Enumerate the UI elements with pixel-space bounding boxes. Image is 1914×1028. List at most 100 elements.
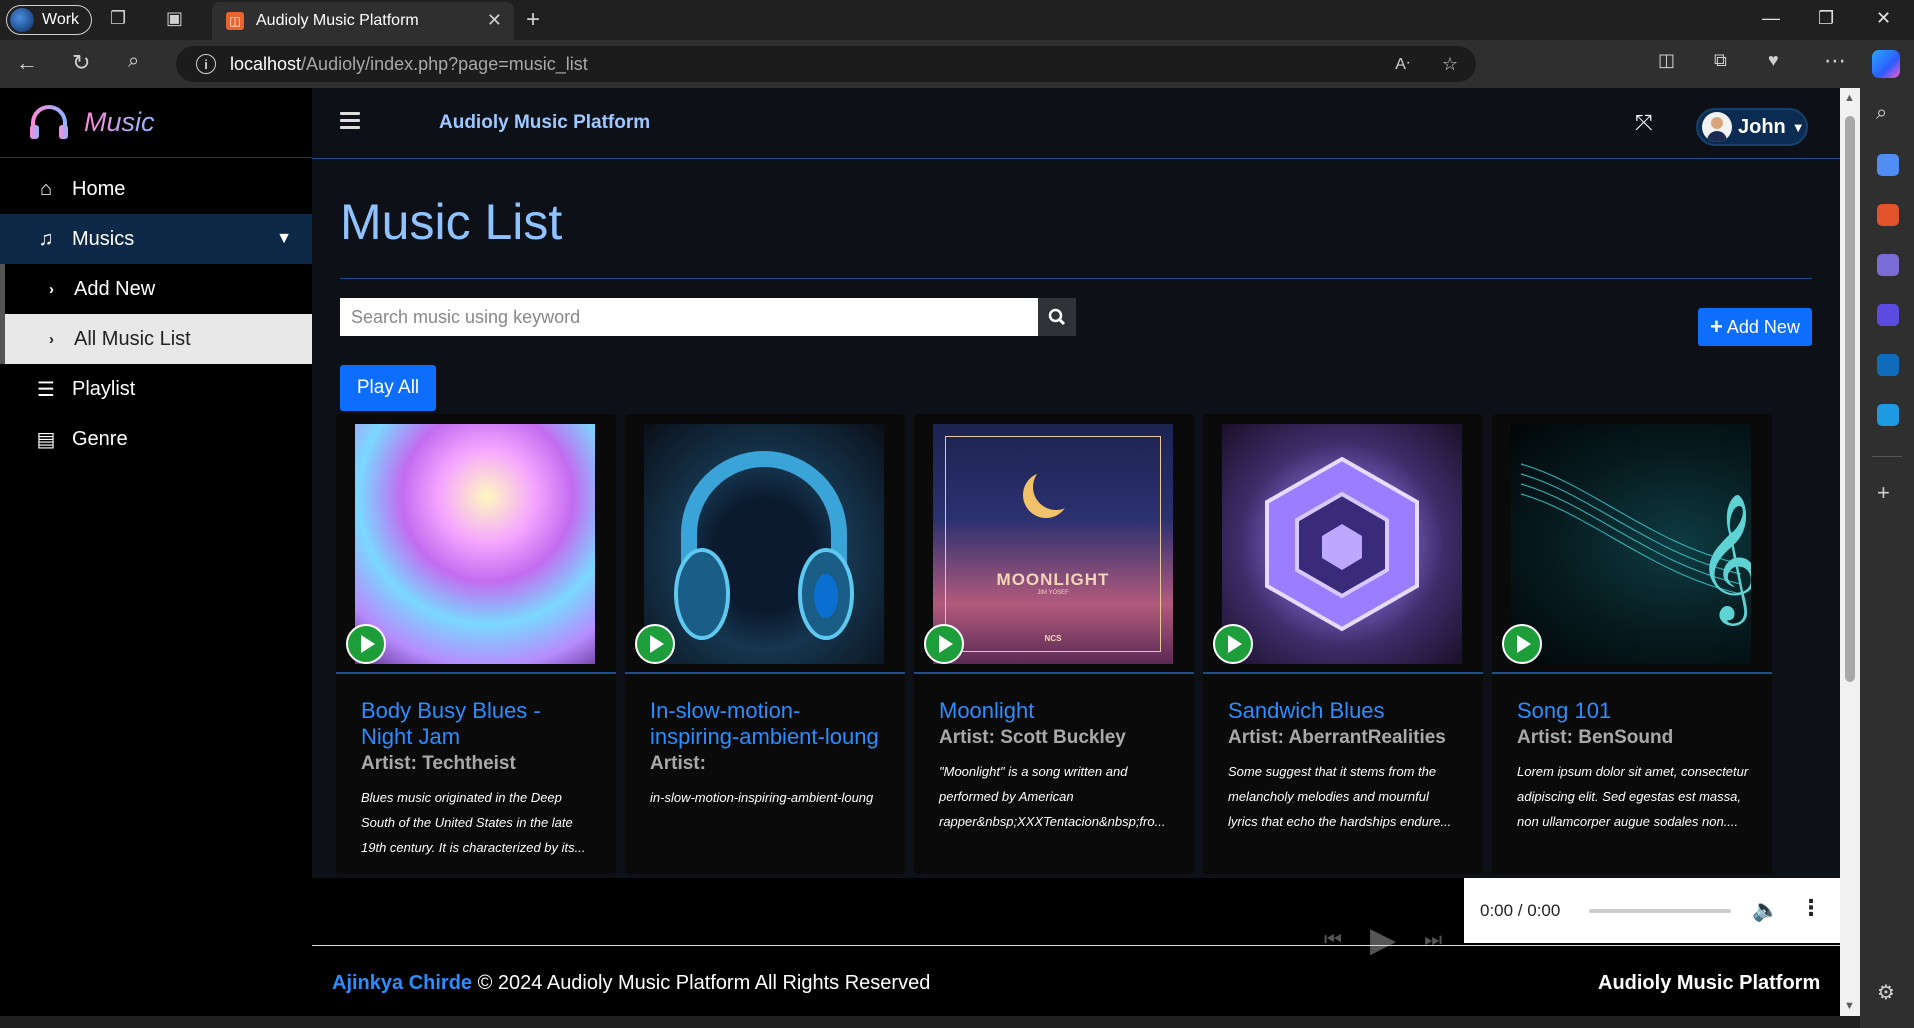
card-title[interactable]: Body Busy Blues - Night Jam — [361, 698, 594, 750]
outlook-icon[interactable] — [1877, 354, 1899, 376]
audio-time: 0:00 / 0:00 — [1480, 900, 1561, 920]
copilot-app-icon[interactable] — [1877, 304, 1899, 326]
sidebar-settings-icon[interactable]: ⚙ — [1877, 980, 1895, 1005]
copilot-icon[interactable] — [1872, 50, 1900, 78]
toolbar-row: + Add New Play All — [340, 279, 1812, 411]
games-icon[interactable] — [1877, 254, 1899, 276]
window-close-icon[interactable]: ✕ — [1876, 8, 1891, 29]
tab-actions-icon[interactable]: ▣ — [166, 8, 183, 29]
split-screen-icon[interactable]: ◫ — [1658, 50, 1675, 71]
sidebar-search-icon[interactable]: ⌕ — [1876, 102, 1887, 125]
play-icon[interactable] — [635, 624, 675, 664]
tab-close-icon[interactable]: ✕ — [487, 10, 502, 31]
music-card[interactable]: Sandwich Blues Artist: AberrantRealities… — [1203, 414, 1483, 874]
more-options-icon[interactable]: ⋯ — [1824, 48, 1846, 74]
art-badge-text: NCS — [1044, 634, 1062, 643]
card-artist: Artist: AberrantRealities — [1228, 727, 1446, 748]
next-track-icon[interactable]: ⏭ — [1424, 929, 1442, 952]
play-icon[interactable] — [1502, 624, 1542, 664]
scroll-up-icon[interactable]: ▲ — [1844, 92, 1855, 104]
search-icon[interactable]: ⌕ — [128, 50, 139, 73]
add-sidebar-app-icon[interactable]: + — [1877, 480, 1890, 506]
restore-icon[interactable]: ❐ — [1818, 8, 1834, 29]
page-title: Music List — [340, 194, 563, 250]
play-pause-icon[interactable]: ▶ — [1370, 920, 1396, 960]
card-title[interactable]: Song 101 — [1517, 698, 1750, 724]
music-card[interactable]: Body Busy Blues - Night Jam Artist: Tech… — [336, 414, 616, 874]
music-note-icon: ♫ — [38, 227, 54, 250]
brand[interactable]: Music — [0, 88, 312, 158]
workspaces-icon[interactable]: ❐ — [110, 8, 126, 29]
sidebar-item-playlist[interactable]: ☰ Playlist — [0, 364, 312, 414]
refresh-icon[interactable]: ↻ — [72, 50, 90, 76]
sidebar-divider — [1872, 456, 1902, 457]
sidebar-subitem-all-music-list[interactable]: › All Music List — [0, 314, 312, 364]
card-title[interactable]: Sandwich Blues — [1228, 698, 1461, 724]
read-aloud-icon[interactable]: Aᐧ — [1395, 54, 1410, 74]
volume-icon[interactable]: 🔈 — [1752, 897, 1779, 923]
favorite-star-icon[interactable]: ☆ — [1442, 54, 1458, 75]
fullscreen-icon[interactable]: ⤧ — [1635, 110, 1653, 136]
scroll-down-icon[interactable]: ▼ — [1844, 1000, 1855, 1012]
minimize-icon[interactable]: — — [1762, 8, 1780, 29]
tools-icon[interactable] — [1877, 204, 1899, 226]
card-description: Some suggest that it stems from the mela… — [1228, 764, 1452, 829]
audio-more-icon[interactable]: ⋮ — [1800, 895, 1822, 921]
play-all-button[interactable]: Play All — [340, 365, 436, 411]
main-content: Music List + Add New Play All — [340, 159, 1812, 411]
back-icon[interactable]: ← — [16, 50, 38, 76]
sidebar-item-label: Musics — [72, 227, 135, 250]
card-media — [1203, 414, 1483, 674]
sidebar-subitem-add-new[interactable]: › Add New — [0, 264, 312, 314]
sidebar-item-musics[interactable]: ♫ Musics ▼ — [0, 214, 312, 264]
play-icon[interactable] — [924, 624, 964, 664]
tab-title: Audioly Music Platform — [256, 12, 419, 29]
footer-author-link[interactable]: Ajinkya Chirde — [332, 972, 472, 994]
menu-toggle-icon[interactable] — [340, 112, 360, 133]
scroll-thumb[interactable] — [1845, 116, 1855, 682]
page-scrollbar[interactable]: ▲ ▼ — [1840, 88, 1860, 1016]
sidebar-item-genre[interactable]: ▤ Genre — [0, 414, 312, 464]
collections-icon[interactable]: ⧉ — [1714, 50, 1727, 71]
card-media: MOONLIGHT JIM YOSEF NCS — [914, 414, 1194, 674]
card-title[interactable]: In-slow-motion-inspiring-ambient-loung — [650, 698, 883, 750]
sidebar-item-home[interactable]: ⌂ Home — [0, 164, 312, 214]
plus-icon: + — [1710, 314, 1723, 339]
previous-track-icon[interactable]: ⏮ — [1324, 929, 1342, 952]
shopping-tag-icon[interactable] — [1877, 154, 1899, 176]
web-page: Music ⌂ Home ♫ Musics ▼ › Add New › All … — [0, 88, 1840, 1016]
user-menu-button[interactable]: John ▼ — [1696, 108, 1808, 146]
audio-seek-bar[interactable] — [1589, 909, 1731, 913]
cube-art-icon — [1265, 456, 1419, 632]
play-icon[interactable] — [1213, 624, 1253, 664]
send-icon[interactable] — [1877, 404, 1899, 426]
browser-essentials-icon[interactable]: ♥ — [1768, 50, 1779, 71]
card-artist: Artist: — [650, 753, 706, 774]
card-description: Blues music originated in the Deep South… — [361, 790, 586, 855]
tab-favicon-icon: ◫ — [226, 12, 244, 30]
audio-element[interactable]: 0:00 / 0:00 🔈 ⋮ — [1464, 878, 1840, 943]
music-card[interactable]: 𝄞 Song 101 Artist: BenSound Lorem ipsum … — [1492, 414, 1772, 874]
search-input[interactable] — [340, 298, 1038, 336]
headphones-icon — [30, 104, 68, 139]
profile-button[interactable]: Work — [6, 5, 92, 35]
card-body: Body Busy Blues - Night Jam Artist: Tech… — [336, 674, 616, 860]
new-tab-icon[interactable]: + — [526, 6, 540, 34]
album-art-image: MOONLIGHT JIM YOSEF NCS — [933, 424, 1173, 664]
music-card[interactable]: MOONLIGHT JIM YOSEF NCS Moonlight Artist… — [914, 414, 1194, 874]
brand-name: Music — [84, 107, 155, 137]
music-card[interactable]: In-slow-motion-inspiring-ambient-loung A… — [625, 414, 905, 874]
card-media — [625, 414, 905, 674]
site-info-icon[interactable]: i — [196, 54, 216, 74]
card-title[interactable]: Moonlight — [939, 698, 1172, 724]
search-button[interactable] — [1038, 298, 1076, 336]
sidebar-subitem-label: All Music List — [74, 327, 191, 350]
play-icon[interactable] — [346, 624, 386, 664]
add-new-label: Add New — [1726, 316, 1800, 337]
browser-tab-active[interactable]: ◫ Audioly Music Platform ✕ — [212, 2, 514, 40]
url-field[interactable]: i localhost/Audioly/index.php?page=music… — [176, 46, 1476, 82]
card-artist: Artist: BenSound — [1517, 727, 1674, 748]
footer-copyright: Ajinkya Chirde © 2024 Audioly Music Plat… — [332, 972, 930, 995]
add-new-button[interactable]: + Add New — [1698, 308, 1812, 346]
moon-icon — [1033, 464, 1079, 510]
